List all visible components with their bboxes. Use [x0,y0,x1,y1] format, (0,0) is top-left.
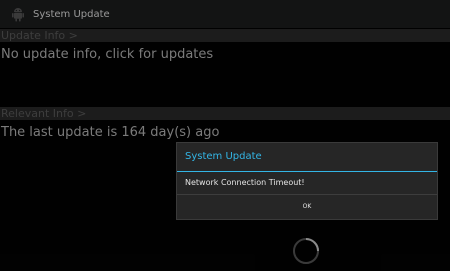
system-update-screen: System Update Update Info > No update in… [0,0,450,271]
dialog-scrim [0,0,450,271]
loading-spinner-icon [292,237,320,265]
dialog-message: Network Connection Timeout! [185,178,305,187]
dialog-title: System Update [185,151,262,162]
ok-button[interactable]: OK [177,195,437,219]
timeout-dialog: System Update Network Connection Timeout… [176,142,438,220]
